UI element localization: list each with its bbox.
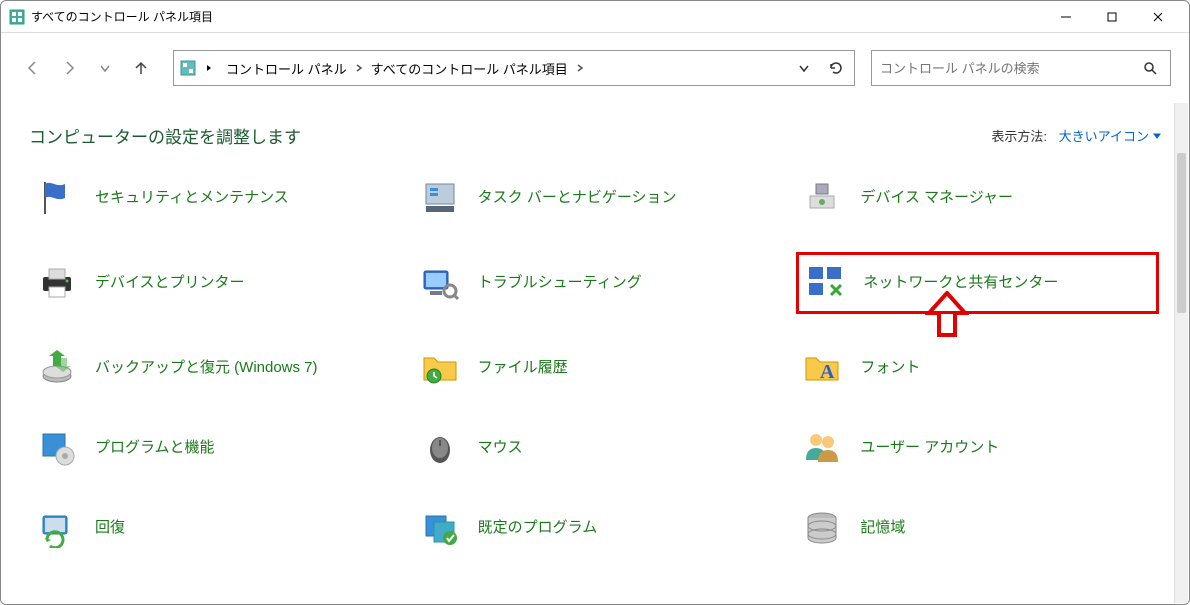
item-label: 回復: [95, 518, 125, 538]
nav-back-button[interactable]: [19, 54, 47, 82]
control-panel-item[interactable]: デバイス マネージャー: [796, 172, 1159, 224]
item-label: フォント: [860, 358, 920, 378]
header-row: コンピューターの設定を調整します 表示方法: 大きいアイコン: [21, 103, 1169, 172]
breadcrumb-sep[interactable]: [351, 63, 367, 73]
control-panel-item[interactable]: 既定のプログラム: [414, 502, 777, 554]
breadcrumb: コントロール パネル すべてのコントロール パネル項目: [222, 59, 588, 78]
font-icon: A: [800, 346, 844, 390]
scrollbar[interactable]: [1174, 103, 1188, 603]
recovery-icon: [35, 506, 79, 550]
taskbar-icon: [418, 176, 462, 220]
nav-up-button[interactable]: [127, 54, 155, 82]
control-panel-item[interactable]: セキュリティとメンテナンス: [31, 172, 394, 224]
printer-icon: [35, 261, 79, 305]
control-panel-item[interactable]: ファイル履歴: [414, 342, 777, 394]
item-label: マウス: [478, 438, 523, 458]
mouse-icon: [418, 426, 462, 470]
maximize-button[interactable]: [1089, 1, 1135, 33]
breadcrumb-item[interactable]: コントロール パネル: [222, 59, 351, 78]
programs-icon: [35, 426, 79, 470]
control-panel-item[interactable]: マウス: [414, 422, 777, 474]
content-area: コンピューターの設定を調整します 表示方法: 大きいアイコン セキュリティとメン…: [1, 103, 1189, 604]
item-label: ファイル履歴: [478, 358, 568, 378]
breadcrumb-item[interactable]: すべてのコントロール パネル項目: [367, 59, 572, 78]
file-history-icon: [418, 346, 462, 390]
defaults-icon: [418, 506, 462, 550]
control-panel-item[interactable]: ネットワークと共有センター: [796, 252, 1159, 314]
search-bar[interactable]: [871, 50, 1171, 86]
nav-forward-button[interactable]: [55, 54, 83, 82]
items-grid: セキュリティとメンテナンス タスク バーとナビゲーション デバイス マネージャーデバ…: [21, 172, 1169, 554]
view-by: 表示方法: 大きいアイコン: [991, 126, 1161, 145]
minimize-button[interactable]: [1043, 1, 1089, 33]
control-panel-item[interactable]: 回復: [31, 502, 394, 554]
address-bar[interactable]: コントロール パネル すべてのコントロール パネル項目: [173, 50, 855, 86]
close-button[interactable]: [1135, 1, 1181, 33]
app-icon: [9, 9, 25, 25]
breadcrumb-sep[interactable]: [572, 63, 588, 73]
scrollbar-thumb[interactable]: [1177, 153, 1186, 313]
toolbar: コントロール パネル すべてのコントロール パネル項目: [1, 33, 1189, 103]
search-input[interactable]: [880, 61, 1138, 76]
control-panel-icon: [180, 60, 196, 76]
backup-icon: [35, 346, 79, 390]
window-controls: [1043, 1, 1181, 33]
nav-recent-button[interactable]: [91, 54, 119, 82]
item-label: セキュリティとメンテナンス: [95, 188, 289, 208]
item-label: タスク バーとナビゲーション: [478, 188, 677, 208]
storage-icon: [800, 506, 844, 550]
users-icon: [800, 426, 844, 470]
page-heading: コンピューターの設定を調整します: [29, 123, 301, 148]
item-label: プログラムと機能: [95, 438, 215, 458]
control-panel-item[interactable]: トラブルシューティング: [414, 252, 777, 314]
control-panel-item[interactable]: A フォント: [796, 342, 1159, 394]
window-title: すべてのコントロール パネル項目: [31, 8, 213, 25]
titlebar: すべてのコントロール パネル項目: [1, 1, 1189, 33]
flag-icon: [35, 176, 79, 220]
view-by-label: 表示方法:: [991, 129, 1047, 144]
svg-text:A: A: [820, 361, 835, 383]
breadcrumb-sep[interactable]: [204, 61, 214, 76]
control-panel-item[interactable]: バックアップと復元 (Windows 7): [31, 342, 394, 394]
view-by-value[interactable]: 大きいアイコン: [1059, 126, 1161, 145]
network-icon: [803, 261, 847, 305]
item-label: 既定のプログラム: [478, 518, 598, 538]
control-panel-item[interactable]: プログラムと機能: [31, 422, 394, 474]
troubleshoot-icon: [418, 261, 462, 305]
control-panel-item[interactable]: タスク バーとナビゲーション: [414, 172, 777, 224]
item-label: バックアップと復元 (Windows 7): [95, 358, 318, 378]
item-label: デバイス マネージャー: [860, 188, 1013, 208]
item-label: ネットワークと共有センター: [863, 273, 1058, 293]
control-panel-item[interactable]: ユーザー アカウント: [796, 422, 1159, 474]
control-panel-item[interactable]: デバイスとプリンター: [31, 252, 394, 314]
address-dropdown-button[interactable]: [792, 56, 816, 80]
control-panel-item[interactable]: 記憶域: [796, 502, 1159, 554]
annotation-red-arrow: [925, 291, 969, 343]
search-icon[interactable]: [1138, 60, 1162, 76]
item-label: 記憶域: [860, 518, 905, 538]
item-label: トラブルシューティング: [478, 273, 642, 293]
device-mgr-icon: [800, 176, 844, 220]
item-label: ユーザー アカウント: [860, 438, 999, 458]
item-label: デバイスとプリンター: [95, 273, 245, 293]
refresh-button[interactable]: [824, 56, 848, 80]
